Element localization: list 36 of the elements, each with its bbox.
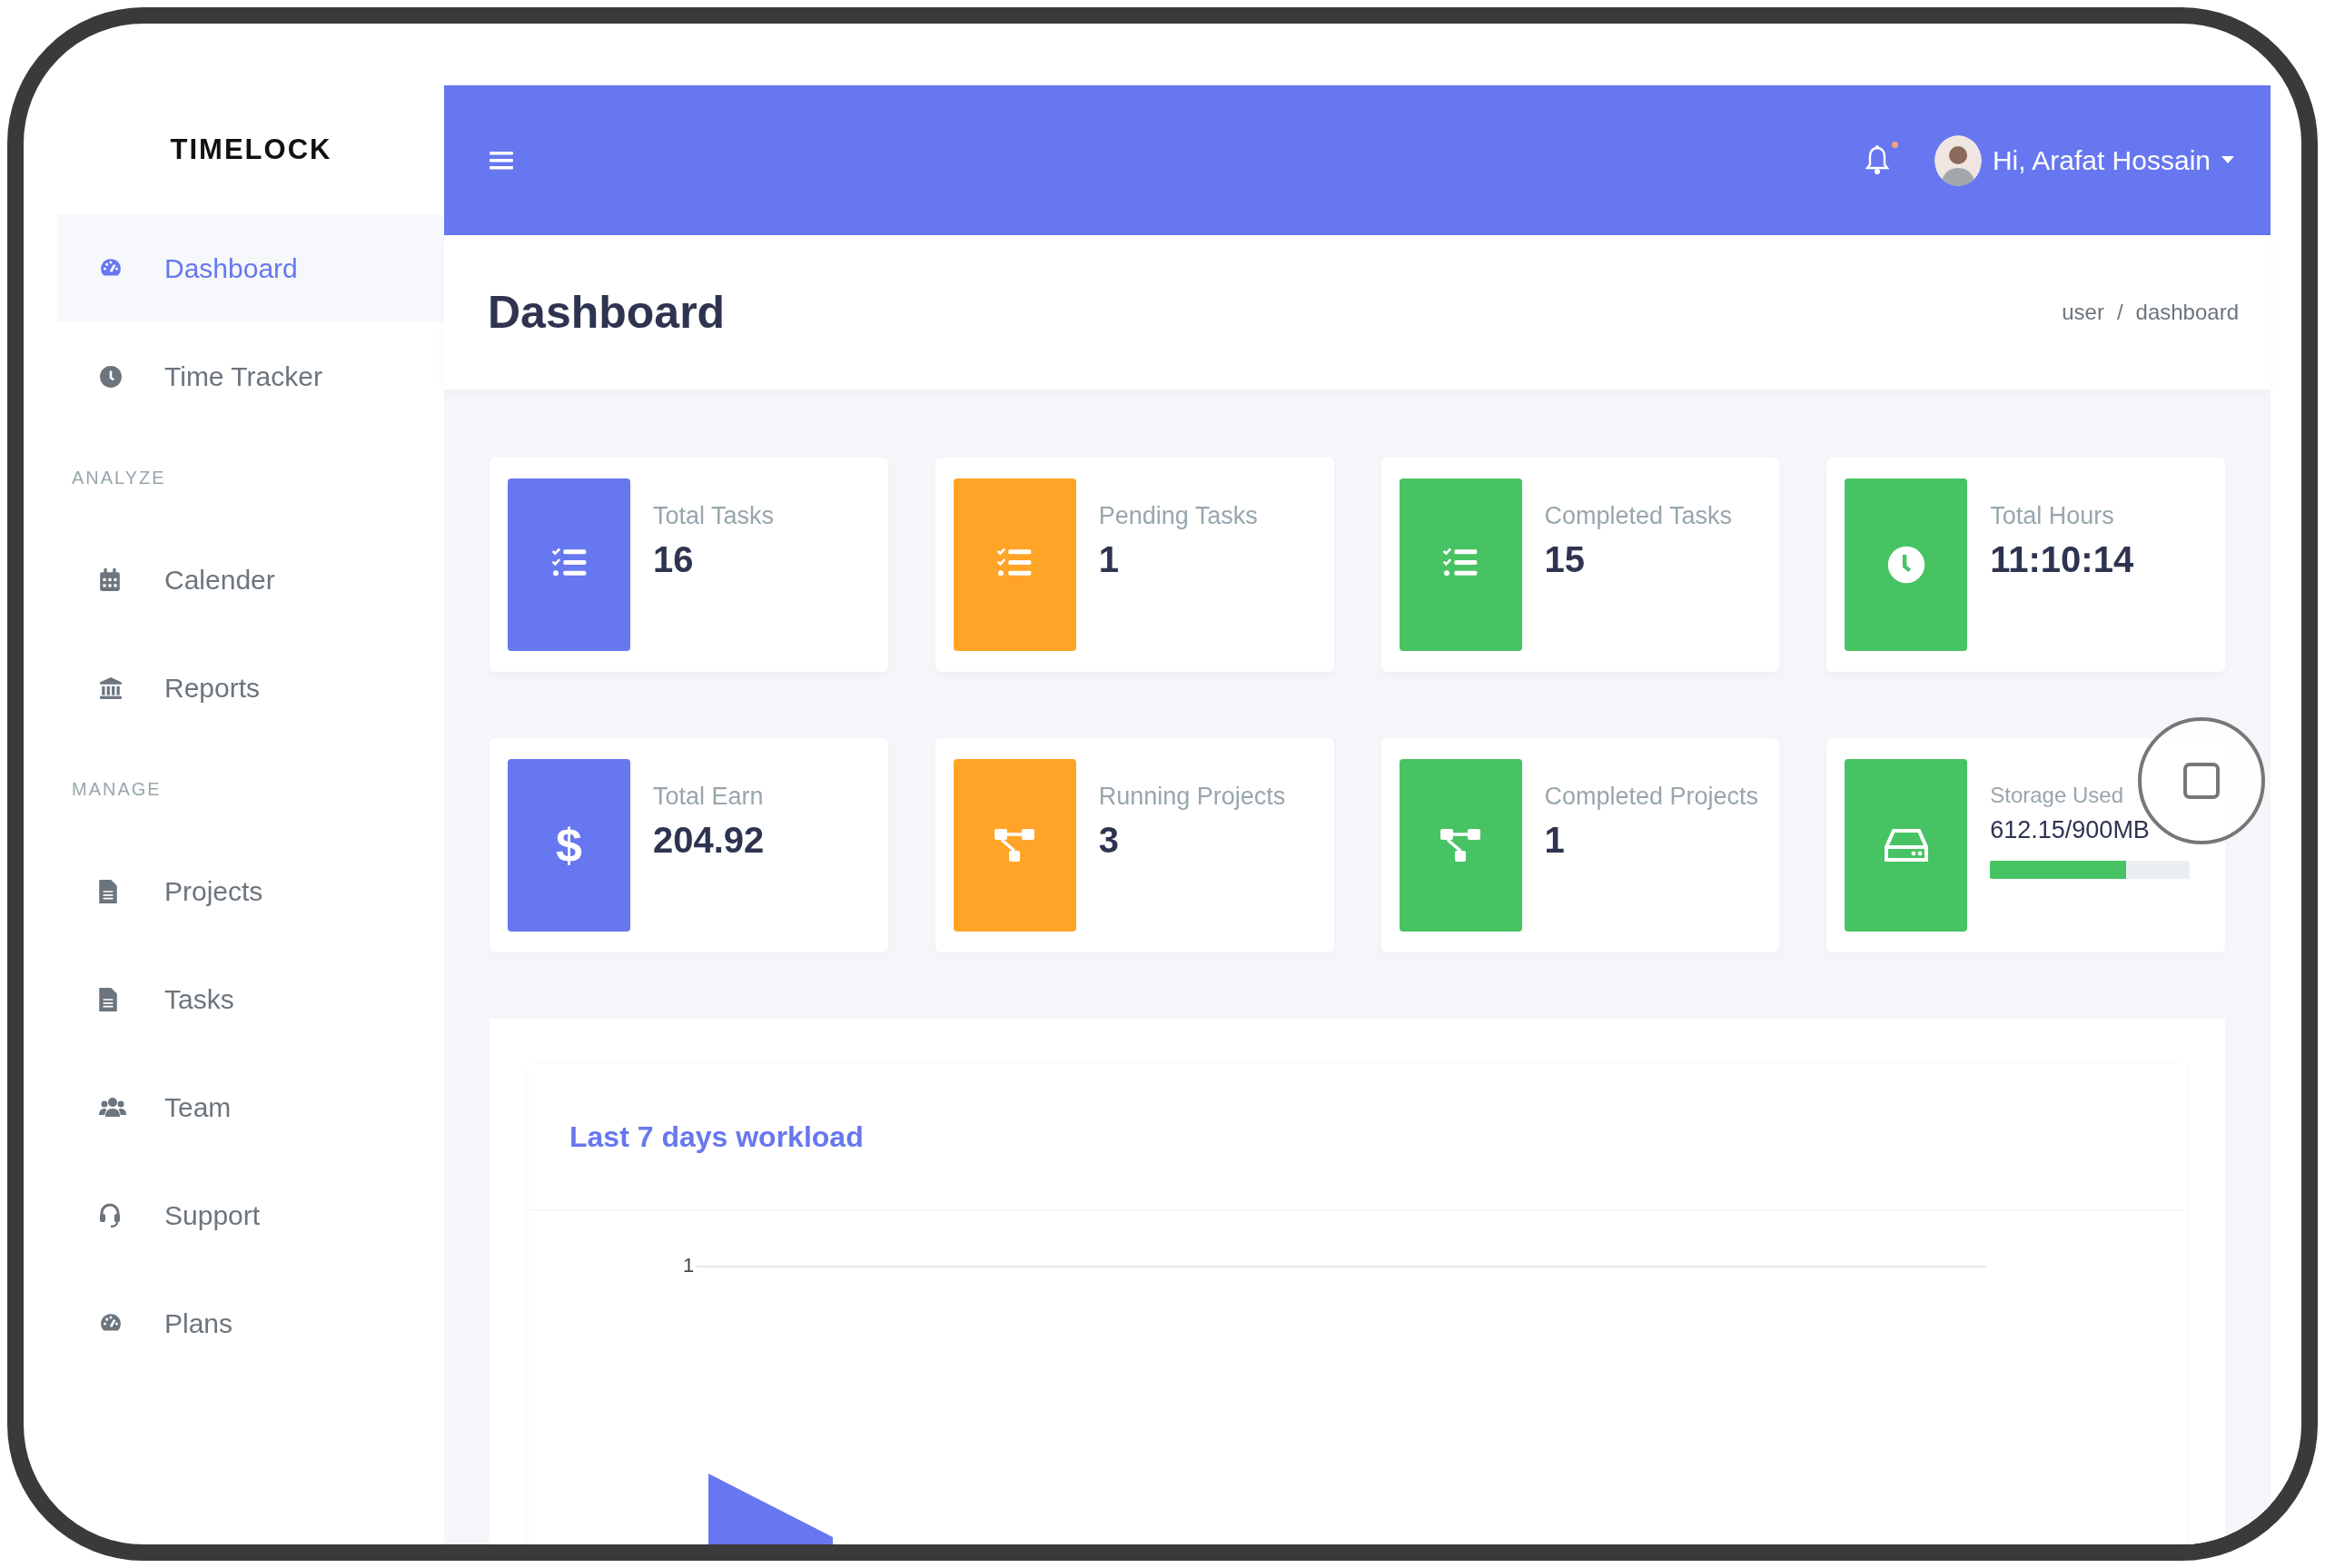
chart-title: Last 7 days workload	[569, 1119, 864, 1154]
page-title: Dashboard	[488, 286, 726, 339]
breadcrumb-link[interactable]: dashboard	[2135, 300, 2239, 325]
stat-label: Pending Tasks	[1098, 501, 1258, 531]
breadcrumb-separator: /	[2116, 300, 2123, 325]
stat-label: Completed Tasks	[1544, 501, 1733, 531]
user-menu[interactable]: Hi, Arafat Hossain	[1934, 134, 2234, 186]
stat-label: Total Hours	[1990, 501, 2115, 531]
dollar-sign: $	[556, 818, 582, 873]
axis-label: 1	[683, 1254, 695, 1277]
breadcrumb-link[interactable]: user	[2062, 300, 2104, 325]
stat-value: 16	[653, 539, 695, 581]
stat-value: 3	[1098, 820, 1120, 862]
sidebar-item[interactable]: Calender	[58, 526, 444, 634]
sidebar-item[interactable]: Tasks	[58, 945, 444, 1053]
stat-label: Completed Projects	[1544, 782, 1759, 812]
sidebar-item[interactable]: Reports	[58, 634, 444, 742]
stat-value: 612.15/900MB	[1990, 816, 2151, 845]
stat-label: Storage Used	[1990, 782, 2124, 809]
stat-label: Total Tasks	[653, 501, 775, 531]
section-heading: ANALYZE	[72, 468, 166, 488]
stat-value: 11:10:14	[1990, 539, 2134, 581]
stat-label: Total Earn	[653, 782, 765, 812]
sidebar-item[interactable]: Projects	[58, 837, 444, 945]
stat-value: 204.92	[653, 820, 765, 862]
sidebar-item[interactable]: Support	[58, 1161, 444, 1269]
stat-value: 15	[1544, 539, 1586, 581]
stat-label: Running Projects	[1098, 782, 1286, 812]
section-heading: MANAGE	[72, 779, 162, 800]
sidebar-item[interactable]: Team	[58, 1053, 444, 1161]
stat-value: 1	[1098, 539, 1120, 581]
stat-value: 1	[1544, 820, 1566, 862]
sidebar-item[interactable]: Time Tracker	[58, 322, 444, 430]
sidebar-item[interactable]: Dashboard	[58, 214, 444, 322]
logo: TIMELOCK	[170, 133, 332, 166]
sidebar-item[interactable]: Plans	[58, 1269, 444, 1377]
